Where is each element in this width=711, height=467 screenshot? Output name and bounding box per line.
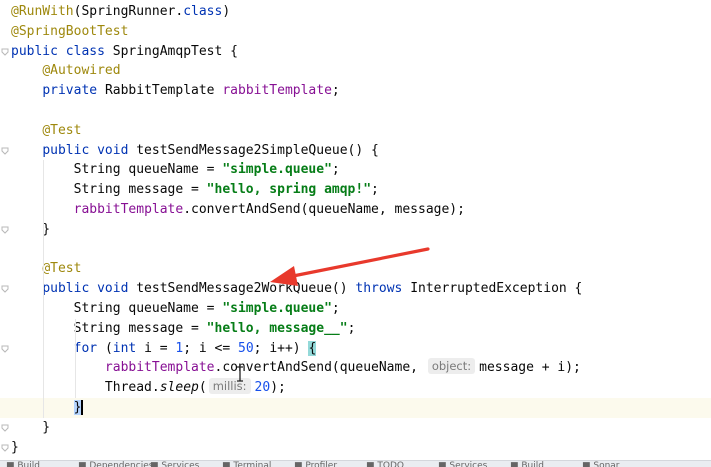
code-line[interactable]: String message = "hello, spring amqp!"; xyxy=(0,180,711,200)
code-token: sleep xyxy=(159,380,199,396)
code-token: message + i); xyxy=(479,360,581,376)
code-line[interactable]: rabbitTemplate.convertAndSend(queueName,… xyxy=(0,200,711,220)
code-line[interactable]: @Test xyxy=(0,259,711,279)
code-token: "simple.queue" xyxy=(222,301,332,316)
code-token: ; xyxy=(331,301,340,316)
code-token: rabbitTemplate xyxy=(73,202,184,217)
code-token: ; i++) xyxy=(253,340,309,356)
tool-window-button[interactable]: ■ Dependencies xyxy=(78,462,153,467)
code-token: "hello, spring amqp!" xyxy=(206,182,372,198)
tool-window-button[interactable]: ■ Profiler xyxy=(294,462,337,467)
code-line[interactable]: public class SpringAmqpTest { xyxy=(0,42,711,62)
code-line[interactable]: Thread.sleep(millis: 20); xyxy=(0,378,711,398)
code-token: public void xyxy=(42,142,137,158)
code-token: public class xyxy=(11,43,113,59)
code-token: rabbitTemplate xyxy=(222,83,332,99)
code-line[interactable] xyxy=(0,101,711,121)
code-editor[interactable]: @RunWith(SpringRunner.class) @SpringBootT… xyxy=(0,0,711,460)
code-token: private xyxy=(42,83,105,99)
code-line[interactable]: } xyxy=(0,398,711,418)
code-token: testSendMessage2WorkQueue() xyxy=(136,281,356,297)
code-token: ; xyxy=(331,162,340,178)
parameter-hint: object: xyxy=(427,358,476,375)
code-token: @SpringBootTest xyxy=(11,23,129,39)
code-token: String message = xyxy=(11,182,207,198)
code-token: throws xyxy=(355,281,411,297)
tool-window-button[interactable]: ■ Services xyxy=(150,462,199,467)
code-token: "hello, message__" xyxy=(206,320,348,336)
code-line[interactable]: String message = "hello, message__"; xyxy=(0,319,711,339)
code-token: RabbitTemplate xyxy=(104,83,223,99)
code-token: public void xyxy=(42,281,137,297)
code-token: ( xyxy=(104,340,113,356)
code-token: InterruptedException { xyxy=(410,281,583,297)
code-token: @Autowired xyxy=(42,63,121,79)
code-line[interactable]: rabbitTemplate.convertAndSend(queueName,… xyxy=(0,358,711,378)
code-token: testSendMessage2SimpleQueue() { xyxy=(136,142,379,158)
code-line[interactable]: } xyxy=(0,438,711,458)
code-token: int xyxy=(112,340,145,356)
tool-window-button[interactable]: ■ TODO xyxy=(366,462,404,467)
code-line[interactable]: } xyxy=(0,418,711,438)
tool-window-button[interactable]: ■ Sonar xyxy=(582,462,620,467)
code-line[interactable]: @Test xyxy=(0,121,711,141)
code-token: .convertAndSend(queueName, message); xyxy=(183,202,465,217)
tool-window-button[interactable]: ■ Services xyxy=(438,462,487,467)
code-token: ); xyxy=(270,380,286,396)
code-token: @RunWith xyxy=(11,4,74,19)
code-token: @Test xyxy=(42,122,82,138)
code-token: 20 xyxy=(254,380,271,396)
mouse-ibeam-cursor xyxy=(237,366,243,382)
code-token: ; xyxy=(347,320,356,336)
code-token: 50 xyxy=(238,340,254,356)
code-token: class xyxy=(183,4,223,19)
code-token: } xyxy=(73,400,84,415)
code-token: ( xyxy=(198,380,207,396)
code-line[interactable]: } xyxy=(0,220,711,240)
code-line[interactable] xyxy=(0,240,711,260)
code-line[interactable]: public void testSendMessage2SimpleQueue(… xyxy=(0,141,711,161)
code-line[interactable]: private RabbitTemplate rabbitTemplate; xyxy=(0,81,711,101)
parameter-hint: millis: xyxy=(208,378,251,395)
code-line[interactable]: String queueName = "simple.queue"; xyxy=(0,160,711,180)
code-token: ) xyxy=(222,4,231,19)
code-token: Thread. xyxy=(11,380,160,396)
tool-window-button[interactable]: ■ Build xyxy=(6,462,40,467)
code-token: for xyxy=(73,340,105,356)
code-token: { xyxy=(308,340,317,356)
code-token: ; i <= xyxy=(183,340,239,356)
indent-guide xyxy=(43,160,44,418)
code-token: ; xyxy=(331,83,340,99)
code-token: ; xyxy=(371,182,379,198)
code-line[interactable]: String queueName = "simple.queue"; xyxy=(0,299,711,319)
tool-window-button[interactable]: ■ Terminal xyxy=(222,462,271,467)
code-token: rabbitTemplate xyxy=(104,360,215,376)
code-token: i = xyxy=(144,340,176,356)
indent-guide xyxy=(75,318,76,398)
code-line[interactable]: @Autowired xyxy=(0,61,711,81)
code-token: } xyxy=(11,439,19,455)
code-token: SpringAmqpTest { xyxy=(112,43,238,59)
code-token: "simple.queue" xyxy=(222,162,332,178)
code-token: @Test xyxy=(42,261,82,277)
tool-window-button[interactable]: ■ Build xyxy=(510,462,544,467)
code-token: String message = xyxy=(11,320,207,336)
code-line[interactable]: public void testSendMessage2WorkQueue() … xyxy=(0,279,711,299)
code-line[interactable]: for (int i = 1; i <= 50; i++) { xyxy=(0,339,711,359)
code-line[interactable]: @RunWith(SpringRunner.class) xyxy=(0,2,711,22)
code-token: .convertAndSend(queueName, xyxy=(214,360,426,376)
code-token: } xyxy=(11,221,51,237)
code-token: } xyxy=(11,419,51,435)
code-line[interactable]: @SpringBootTest xyxy=(0,22,711,42)
code-token: (SpringRunner. xyxy=(73,4,184,19)
bottom-tool-window-bar: ■ Build ■ Dependencies ■ Services ■ Termina… xyxy=(0,460,711,467)
